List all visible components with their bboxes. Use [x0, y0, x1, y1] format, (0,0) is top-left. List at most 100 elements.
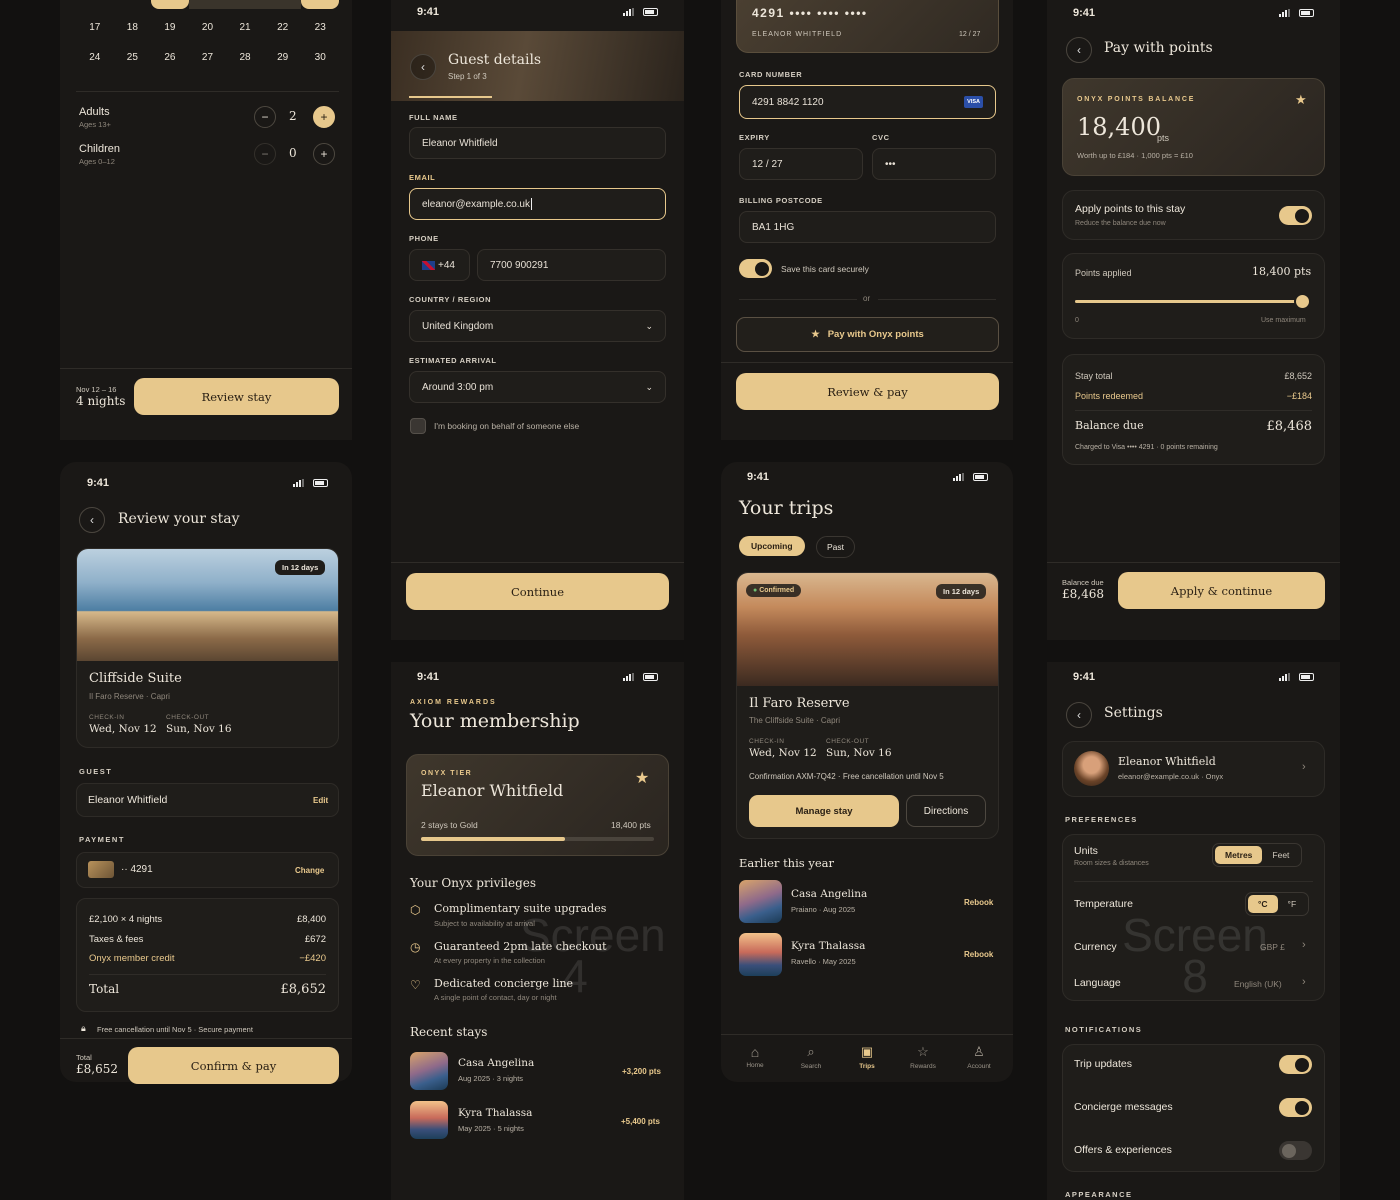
battery-icon — [1299, 673, 1314, 681]
price-row-credit: Onyx member credit −£420 — [89, 953, 326, 964]
cvc-field[interactable]: ••• — [872, 148, 996, 180]
status-time: 9:41 — [1073, 7, 1096, 19]
checkin-date: Wed, Nov 12 — [749, 747, 817, 759]
calendar-day[interactable]: 27 — [189, 52, 227, 63]
status-time: 9:41 — [417, 6, 440, 18]
calendar-day[interactable]: 23 — [301, 22, 339, 33]
points-slider-track[interactable] — [1075, 300, 1303, 303]
postcode-field[interactable]: BA1 1HG — [739, 211, 996, 243]
units-feet[interactable]: Feet — [1262, 846, 1299, 864]
points-applied-label: Points applied — [1075, 268, 1132, 278]
pay-with-points-button[interactable]: ★ Pay with Onyx points — [736, 317, 999, 352]
expiry-field[interactable]: 12 / 27 — [739, 148, 863, 180]
tier-progress-text: 2 stays to Gold — [421, 820, 478, 830]
adults-minus-button[interactable]: − — [254, 106, 276, 128]
selected-date-end[interactable] — [301, 0, 339, 9]
children-plus-button[interactable]: + — [313, 143, 335, 165]
heart-icon: ♡ — [410, 978, 421, 992]
country-code-select[interactable]: +44 — [409, 249, 470, 281]
temperature-fahrenheit[interactable]: °F — [1278, 895, 1307, 913]
phone-field[interactable]: 7700 900291 — [477, 249, 666, 281]
calendar-day[interactable]: 26 — [151, 52, 189, 63]
policy-note: Free cancellation until Nov 5 · Secure p… — [97, 1025, 253, 1034]
calendar-day[interactable]: 30 — [301, 52, 339, 63]
calendar-day[interactable]: 29 — [264, 52, 302, 63]
calendar-day[interactable]: 17 — [76, 22, 114, 33]
tab-past[interactable]: Past — [816, 536, 856, 558]
edit-guest-link[interactable]: Edit — [313, 796, 328, 805]
rebook-1-link[interactable]: Rebook — [964, 898, 993, 907]
recent-stay-1-name[interactable]: Casa Angelina — [458, 1057, 534, 1069]
tab-upcoming[interactable]: Upcoming — [739, 536, 805, 556]
concierge-messages-toggle[interactable] — [1279, 1098, 1312, 1117]
page-title: Your trips — [739, 497, 834, 519]
review-stay-button[interactable]: Review stay — [134, 378, 339, 415]
units-metres[interactable]: Metres — [1215, 846, 1263, 864]
concierge-messages-label: Concierge messages — [1074, 1101, 1173, 1113]
back-button[interactable]: ‹ — [1066, 702, 1092, 728]
points-unit: pts — [1157, 133, 1170, 143]
trip-updates-toggle[interactable] — [1279, 1055, 1312, 1074]
adults-plus-button[interactable]: + — [313, 106, 335, 128]
step-progress-bar — [409, 96, 492, 98]
units-segmented-control[interactable]: Metres Feet — [1212, 843, 1303, 867]
upgrade-icon: ⬡ — [410, 903, 421, 917]
payment-section-label: PAYMENT — [79, 835, 125, 844]
behalf-checkbox[interactable] — [410, 418, 426, 434]
apply-points-toggle[interactable] — [1279, 206, 1312, 225]
earlier-1-name[interactable]: Casa Angelina — [791, 888, 867, 900]
avatar — [1074, 751, 1109, 786]
directions-button[interactable]: Directions — [906, 795, 986, 827]
star-icon: ☆ — [917, 1044, 929, 1059]
trip-thumbnail — [739, 933, 782, 976]
nav-search[interactable]: ⌕ Search — [783, 1044, 839, 1070]
recent-stay-2-name[interactable]: Kyra Thalassa — [458, 1107, 532, 1119]
battery-icon — [643, 673, 658, 681]
email-label: EMAIL — [409, 173, 436, 182]
rewards-kicker: AXIOM REWARDS — [410, 699, 497, 706]
offers-label: Offers & experiences — [1074, 1144, 1172, 1156]
arrival-select[interactable]: Around 3:00 pm ⌄ — [409, 371, 666, 403]
screen-watermark: Screen 8 — [1122, 909, 1268, 1003]
points-slider-handle[interactable] — [1294, 293, 1311, 310]
profile-email: eleanor@example.co.uk · Onyx — [1118, 772, 1224, 781]
children-minus-button[interactable]: − — [254, 143, 276, 165]
calendar-day[interactable]: 18 — [114, 22, 152, 33]
rebook-2-link[interactable]: Rebook — [964, 950, 993, 959]
continue-button[interactable]: Continue — [406, 573, 669, 610]
nav-home[interactable]: ⌂ Home — [727, 1044, 783, 1070]
price-row-total: Total £8,652 — [89, 982, 326, 997]
back-button[interactable]: ‹ — [410, 54, 436, 80]
offers-toggle[interactable] — [1279, 1141, 1312, 1160]
nav-trips[interactable]: ▣ Trips — [839, 1044, 895, 1070]
apply-continue-button[interactable]: Apply & continue — [1118, 572, 1325, 609]
calendar-day[interactable]: 25 — [114, 52, 152, 63]
signal-icon — [293, 479, 304, 487]
calendar-day[interactable]: 24 — [76, 52, 114, 63]
confirm-pay-button[interactable]: Confirm & pay — [128, 1047, 339, 1084]
battery-icon — [643, 8, 658, 16]
points-redeemed-row: Points redeemed −£184 — [1075, 391, 1312, 401]
calendar-day[interactable]: 19 — [151, 22, 189, 33]
calendar-day[interactable]: 21 — [226, 22, 264, 33]
card-number-field[interactable]: 4291 8842 1120 VISA — [739, 85, 996, 119]
nav-account[interactable]: ♙ Account — [951, 1044, 1007, 1070]
nav-rewards[interactable]: ☆ Rewards — [895, 1044, 951, 1070]
trip-updates-label: Trip updates — [1074, 1058, 1132, 1070]
calendar-day[interactable]: 28 — [226, 52, 264, 63]
change-payment-link[interactable]: Change — [295, 866, 324, 875]
save-card-toggle[interactable] — [739, 259, 772, 278]
checkin-label: CHECK-IN — [749, 738, 785, 745]
earlier-2-name[interactable]: Kyra Thalassa — [791, 940, 865, 952]
back-button[interactable]: ‹ — [1066, 37, 1092, 63]
calendar-day[interactable]: 22 — [264, 22, 302, 33]
email-field[interactable]: eleanor@example.co.uk — [409, 188, 666, 220]
full-name-field[interactable]: Eleanor Whitfield — [409, 127, 666, 159]
review-pay-button[interactable]: Review & pay — [736, 373, 999, 410]
country-select[interactable]: United Kingdom ⌄ — [409, 310, 666, 342]
back-button[interactable]: ‹ — [79, 507, 105, 533]
adults-label: Adults — [79, 106, 110, 118]
calendar-day[interactable]: 20 — [189, 22, 227, 33]
manage-stay-button[interactable]: Manage stay — [749, 795, 899, 827]
selected-date-start[interactable] — [151, 0, 189, 9]
